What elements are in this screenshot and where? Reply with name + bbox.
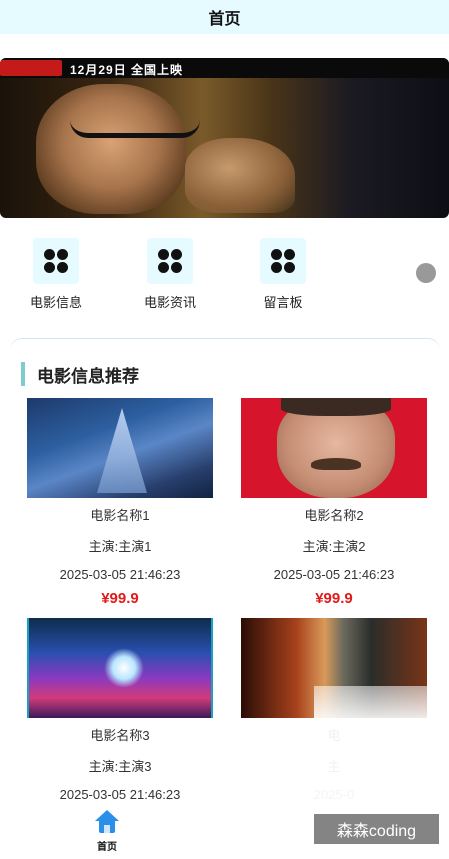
section-divider <box>10 338 440 352</box>
clover-icon <box>157 248 183 274</box>
banner-carousel[interactable]: 12月29日 全国上映 <box>0 58 449 218</box>
tab-home[interactable]: 首页 <box>91 810 123 853</box>
clover-icon <box>43 248 69 274</box>
menu-item-message-board[interactable]: 留言板 <box>238 238 328 311</box>
menu-icon-box <box>33 238 79 284</box>
movie-logo <box>0 60 62 76</box>
section-accent-bar <box>21 362 25 386</box>
home-icon <box>95 810 119 834</box>
menu-icon-box <box>147 238 193 284</box>
menu-item-movie-news[interactable]: 电影资讯 <box>125 238 215 311</box>
menu-item-movie-info[interactable]: 电影信息 <box>11 238 101 311</box>
banner-face-image <box>36 84 186 214</box>
banner-top-strip <box>0 58 449 78</box>
movie-card[interactable]: 电影名称2 主演:主演2 2025-03-05 21:46:23 ¥99.9 <box>241 398 427 607</box>
scroll-indicator[interactable] <box>416 263 436 283</box>
movie-poster[interactable] <box>27 618 213 718</box>
watermark: 森森coding <box>314 814 439 844</box>
movie-poster[interactable] <box>241 398 427 498</box>
quick-menu: 电影信息 电影资讯 留言板 <box>0 238 449 318</box>
section-header: 电影信息推荐 <box>21 362 139 386</box>
menu-label: 留言板 <box>263 295 303 310</box>
movie-name: 电影名称2 <box>304 508 364 523</box>
movie-price: ¥99.9 <box>101 590 139 607</box>
banner-glasses-image <box>70 120 200 138</box>
movie-actor: 主演:主演1 <box>88 539 152 554</box>
movie-name: 电影名称1 <box>90 508 150 523</box>
movie-actor: 主演:主演3 <box>88 759 152 774</box>
page-title: 首页 <box>0 0 449 34</box>
movie-date: 2025-03-05 21:46:23 <box>59 567 181 582</box>
movie-actor: 主演:主演2 <box>302 539 366 554</box>
banner-release-text: 12月29日 全国上映 <box>70 63 184 77</box>
section-title: 电影信息推荐 <box>37 366 139 386</box>
movie-price: ¥99.9 <box>315 590 353 607</box>
movie-name: 电影名称3 <box>90 728 150 743</box>
movie-card[interactable]: 电影名称1 主演:主演1 2025-03-05 21:46:23 ¥99.9 <box>27 398 213 607</box>
tab-home-label: 首页 <box>97 842 117 853</box>
menu-label: 电影信息 <box>29 295 82 310</box>
movie-date: 2025-03-05 21:46:23 <box>273 567 395 582</box>
movie-card[interactable]: 电影名称3 主演:主演3 2025-03-05 21:46:23 <box>27 618 213 802</box>
clover-icon <box>270 248 296 274</box>
movie-date: 2025-03-05 21:46:23 <box>59 787 181 802</box>
movie-poster[interactable] <box>27 398 213 498</box>
menu-label: 电影资讯 <box>143 295 196 310</box>
menu-icon-box <box>260 238 306 284</box>
banner-hand-image <box>185 138 295 213</box>
